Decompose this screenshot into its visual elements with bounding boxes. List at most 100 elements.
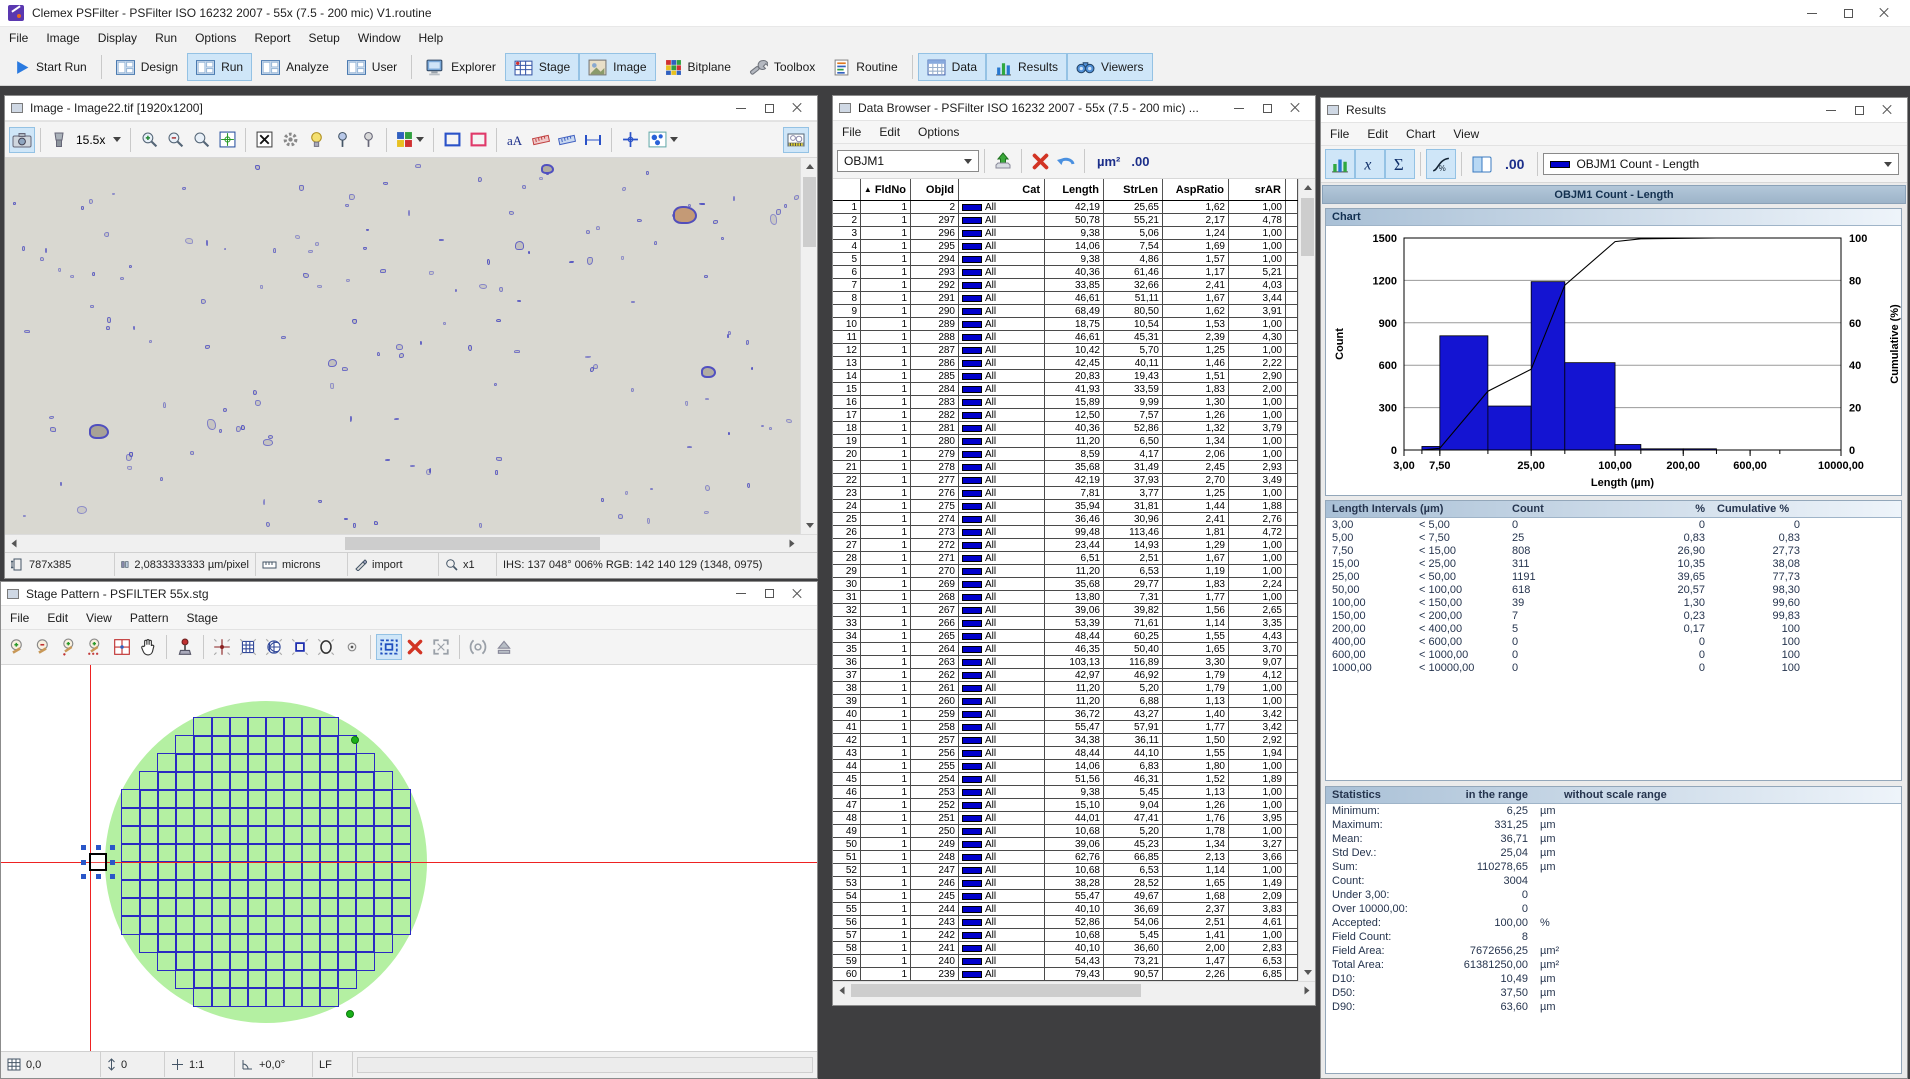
stage-field-cell[interactable] bbox=[248, 790, 266, 808]
stage-field-cell[interactable] bbox=[158, 934, 176, 952]
stage-field-cell[interactable] bbox=[248, 898, 266, 916]
stage-field-cell[interactable] bbox=[320, 790, 338, 808]
table-row[interactable]: 21297All50,7855,212,174,78 bbox=[833, 214, 1298, 227]
table-row[interactable]: 251274All36,4630,962,412,76 bbox=[833, 513, 1298, 526]
stage-field-cell[interactable] bbox=[266, 790, 284, 808]
stage-field-cell[interactable] bbox=[230, 898, 248, 916]
stage-field-cell[interactable] bbox=[266, 808, 284, 826]
table-row[interactable]: 112All42,1925,651,621,00 bbox=[833, 201, 1298, 214]
stage-field-cell[interactable] bbox=[320, 844, 338, 862]
stage-field-cell[interactable] bbox=[248, 916, 266, 934]
stage-field-cell[interactable] bbox=[194, 916, 212, 934]
close-button[interactable] bbox=[783, 96, 811, 120]
image-vertical-scrollbar[interactable] bbox=[800, 158, 817, 534]
close-button[interactable] bbox=[1866, 0, 1902, 26]
table-row[interactable]: 551244All40,1036,692,373,83 bbox=[833, 903, 1298, 916]
selection-handle[interactable] bbox=[110, 874, 115, 879]
stage-field-cell[interactable] bbox=[320, 970, 338, 988]
column-header-index[interactable] bbox=[833, 179, 861, 200]
center-view-button[interactable] bbox=[109, 634, 135, 660]
table-row[interactable]: 301269All35,6829,771,832,24 bbox=[833, 578, 1298, 591]
measure-button[interactable] bbox=[580, 127, 606, 153]
data-table-horizontal-scrollbar[interactable] bbox=[833, 981, 1315, 999]
stage-field-cell[interactable] bbox=[194, 880, 212, 898]
menu-options[interactable]: Options bbox=[186, 31, 245, 45]
table-row[interactable]: 321267All39,0639,821,562,65 bbox=[833, 604, 1298, 617]
selection-handle[interactable] bbox=[96, 874, 101, 879]
pattern-grid-button[interactable] bbox=[235, 634, 261, 660]
stage-field-cell[interactable] bbox=[284, 826, 302, 844]
close-button[interactable] bbox=[783, 582, 811, 605]
table-row[interactable]: 371262All42,9746,921,794,12 bbox=[833, 669, 1298, 682]
zoom-in-button[interactable] bbox=[136, 127, 162, 153]
zoom-tool-button[interactable] bbox=[188, 127, 214, 153]
toolbar-button-explorer[interactable]: Explorer bbox=[417, 53, 505, 81]
autofocus-ring-button[interactable] bbox=[465, 634, 491, 660]
stage-field-cell[interactable] bbox=[284, 862, 302, 880]
stage-field-cell[interactable] bbox=[302, 790, 320, 808]
stage-field-cell[interactable] bbox=[320, 826, 338, 844]
stage-field-cell[interactable] bbox=[266, 934, 284, 952]
stage-field-cell[interactable] bbox=[320, 916, 338, 934]
stage-field-cell[interactable] bbox=[176, 790, 194, 808]
stage-field-cell[interactable] bbox=[302, 880, 320, 898]
menu-view[interactable]: View bbox=[1444, 127, 1488, 141]
table-row[interactable]: 541245All55,4749,671,682,09 bbox=[833, 890, 1298, 903]
toolbar-button-data[interactable]: Data bbox=[918, 53, 986, 81]
menu-view[interactable]: View bbox=[77, 611, 121, 625]
stage-reference-point[interactable] bbox=[351, 736, 359, 744]
table-row[interactable]: 121287All10,425,701,251,00 bbox=[833, 344, 1298, 357]
minimize-button[interactable] bbox=[1794, 0, 1830, 26]
stage-field-cell[interactable] bbox=[248, 880, 266, 898]
table-row[interactable]: 511248All62,7666,852,133,66 bbox=[833, 851, 1298, 864]
bitplane-color-button[interactable] bbox=[392, 127, 428, 153]
stage-field-cell[interactable] bbox=[230, 754, 248, 772]
stage-field-cell[interactable] bbox=[176, 970, 194, 988]
select-frame-button[interactable] bbox=[376, 634, 402, 660]
table-row[interactable]: 531246All38,2828,521,651,49 bbox=[833, 877, 1298, 890]
table-row[interactable]: 31296All9,385,061,241,00 bbox=[833, 227, 1298, 240]
stage-field-cell[interactable] bbox=[392, 898, 410, 916]
stage-canvas[interactable] bbox=[1, 665, 817, 1051]
stage-field-cell[interactable] bbox=[122, 880, 140, 898]
menu-help[interactable]: Help bbox=[410, 31, 453, 45]
table-row[interactable]: 341265All48,4460,251,554,43 bbox=[833, 630, 1298, 643]
stage-field-cell[interactable] bbox=[374, 790, 392, 808]
table-row[interactable]: 311268All13,807,311,771,00 bbox=[833, 591, 1298, 604]
stage-field-cell[interactable] bbox=[122, 808, 140, 826]
stage-field-cell[interactable] bbox=[284, 952, 302, 970]
menu-edit[interactable]: Edit bbox=[870, 125, 909, 139]
stage-field-cell[interactable] bbox=[284, 790, 302, 808]
stage-field-cell[interactable] bbox=[212, 754, 230, 772]
table-row[interactable]: 501249All39,0645,231,343,27 bbox=[833, 838, 1298, 851]
objective-button[interactable] bbox=[46, 127, 72, 153]
stage-field-cell[interactable] bbox=[356, 826, 374, 844]
selection-handle[interactable] bbox=[110, 845, 115, 850]
column-header-aspratio[interactable]: AspRatio bbox=[1163, 179, 1229, 200]
stage-field-cell[interactable] bbox=[338, 970, 356, 988]
stage-field-cell[interactable] bbox=[176, 952, 194, 970]
menu-window[interactable]: Window bbox=[349, 31, 410, 45]
stage-field-cell[interactable] bbox=[176, 898, 194, 916]
stage-field-cell[interactable] bbox=[302, 898, 320, 916]
stage-field-cell[interactable] bbox=[338, 826, 356, 844]
settings-button[interactable] bbox=[277, 127, 303, 153]
expand-pattern-button[interactable] bbox=[428, 634, 454, 660]
table-row[interactable]: 521247All10,686,531,141,00 bbox=[833, 864, 1298, 877]
column-header-objid[interactable]: ObjId bbox=[911, 179, 959, 200]
image-canvas[interactable] bbox=[5, 158, 817, 534]
stage-field-cell[interactable] bbox=[266, 970, 284, 988]
maximize-button[interactable] bbox=[1830, 0, 1866, 26]
table-row[interactable]: 131286All42,4540,111,462,22 bbox=[833, 357, 1298, 370]
stage-field-cell[interactable] bbox=[356, 934, 374, 952]
stage-field-cell[interactable] bbox=[248, 754, 266, 772]
table-row[interactable]: 91290All68,4980,501,623,91 bbox=[833, 305, 1298, 318]
stage-field-cell[interactable] bbox=[302, 772, 320, 790]
stage-field-cell[interactable] bbox=[284, 772, 302, 790]
stage-field-cell[interactable] bbox=[284, 754, 302, 772]
stage-field-cell[interactable] bbox=[302, 934, 320, 952]
stage-field-cell[interactable] bbox=[140, 808, 158, 826]
stage-field-cell[interactable] bbox=[248, 952, 266, 970]
start-run-button[interactable]: Start Run bbox=[6, 53, 96, 81]
delete-data-button[interactable] bbox=[1027, 148, 1053, 174]
